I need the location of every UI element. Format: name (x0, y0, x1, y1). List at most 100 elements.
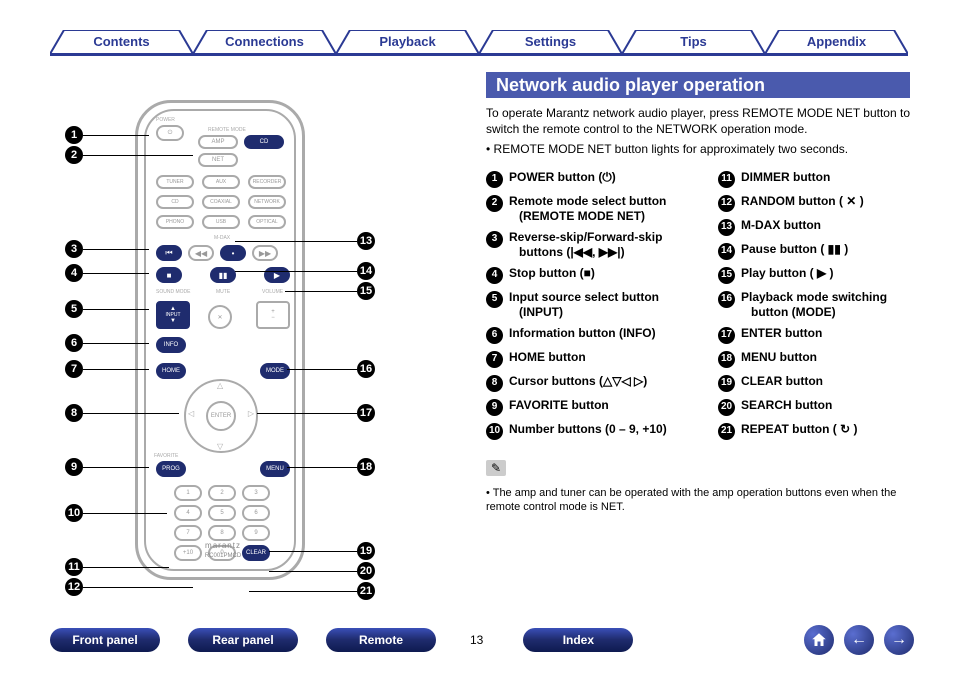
remote-mode-net: NET (198, 153, 238, 167)
prev-page-icon[interactable]: ← (844, 625, 874, 655)
src-tuner: TUNER (156, 175, 194, 189)
callout-18: 18 (357, 458, 375, 476)
tab-settings[interactable]: Settings (479, 30, 622, 54)
stop-btn: ■ (156, 267, 182, 283)
src-phono: PHONO (156, 215, 194, 229)
remote-diagram: ⏻ POWER REMOTE MODE AMP CD NET TUNER AUX… (135, 100, 305, 590)
rewind: ◀◀ (188, 245, 214, 261)
menu-btn: MENU (260, 461, 290, 477)
pause-btn: ▮▮ (210, 267, 236, 283)
legend-item: 6Information button (INFO) (486, 326, 694, 344)
top-rule (50, 54, 908, 56)
src-usb: USB (202, 215, 240, 229)
legend-item: 3Reverse-skip/Forward-skipbuttons (|◀◀, … (486, 230, 694, 260)
src-optical: OPTICAL (248, 215, 286, 229)
src-network: NETWORK (248, 195, 286, 209)
volume-label: VOLUME (262, 289, 283, 295)
legend-item: 21REPEAT button ( ↻ ) (718, 422, 926, 440)
prog-btn: PROG (156, 461, 186, 477)
btn-rear-panel[interactable]: Rear panel (188, 628, 298, 652)
callout-19: 19 (357, 542, 375, 560)
note-text: The amp and tuner can be operated with t… (486, 486, 906, 515)
legend-item: 20SEARCH button (718, 398, 926, 416)
callout-15: 15 (357, 282, 375, 300)
mdax-btn: • (220, 245, 246, 261)
mdax-label: M-DAX (214, 235, 230, 241)
btn-remote[interactable]: Remote (326, 628, 436, 652)
legend-item: 14Pause button ( ▮▮ ) (718, 242, 926, 260)
mute-label: MUTE (216, 289, 230, 295)
input-rocker: ▲INPUT▼ (156, 301, 190, 329)
callout-14: 14 (357, 262, 375, 280)
legend-item: 15Play button ( ▶ ) (718, 266, 926, 284)
key-1: 1 (174, 485, 202, 501)
callout-16: 16 (357, 360, 375, 378)
callout-1: 1 (65, 126, 83, 144)
callout-3: 3 (65, 240, 83, 258)
callout-7: 7 (65, 360, 83, 378)
mute-btn: ✕ (208, 305, 232, 329)
next-page-icon[interactable]: → (884, 625, 914, 655)
legend-item: 19CLEAR button (718, 374, 926, 392)
note-icon: ✎ (486, 460, 506, 476)
legend-item: 4Stop button (■) (486, 266, 694, 284)
callout-17: 17 (357, 404, 375, 422)
legend-item: 16Playback mode switchingbutton (MODE) (718, 290, 926, 320)
callout-10: 10 (65, 504, 83, 522)
remote-mode-label: REMOTE MODE (208, 127, 246, 133)
tab-tips[interactable]: Tips (622, 30, 765, 54)
key-2: 2 (208, 485, 236, 501)
legend-item: 2Remote mode select button(REMOTE MODE N… (486, 194, 694, 224)
legend-item: 17ENTER button (718, 326, 926, 344)
section-title: Network audio player operation (486, 72, 910, 98)
callout-8: 8 (65, 404, 83, 422)
key-5: 5 (208, 505, 236, 521)
info-btn: INFO (156, 337, 186, 353)
key-9: 9 (242, 525, 270, 541)
volume-rocker: +− (256, 301, 290, 329)
legend-item: 5Input source select button(INPUT) (486, 290, 694, 320)
callout-4: 4 (65, 264, 83, 282)
enter-btn: ENTER (206, 401, 236, 431)
callout-5: 5 (65, 300, 83, 318)
key-8: 8 (208, 525, 236, 541)
power-button: ⏻ (156, 125, 184, 141)
key-6: 6 (242, 505, 270, 521)
tab-appendix[interactable]: Appendix (765, 30, 908, 54)
src-coaxial: COAXIAL (202, 195, 240, 209)
intro-text: To operate Marantz network audio player,… (486, 105, 910, 137)
favorite-label: FAVORITE (154, 453, 178, 459)
soundmode-label: SOUND MODE (156, 289, 190, 295)
legend-item: 12RANDOM button ( ✕ ) (718, 194, 926, 212)
key-7: 7 (174, 525, 202, 541)
skip-back: ⏮ (156, 245, 182, 261)
btn-front-panel[interactable]: Front panel (50, 628, 160, 652)
src-recorder: RECORDER (248, 175, 286, 189)
callout-2: 2 (65, 146, 83, 164)
legend-item: 10Number buttons (0 – 9, +10) (486, 422, 694, 440)
legend-item: 13M-DAX button (718, 218, 926, 236)
legend-item: 1POWER button (⏻) (486, 170, 694, 188)
remote-mode-amp: AMP (198, 135, 238, 149)
callout-13: 13 (357, 232, 375, 250)
mode-btn: MODE (260, 363, 290, 379)
tab-playback[interactable]: Playback (336, 30, 479, 54)
callout-11: 11 (65, 558, 83, 576)
callout-20: 20 (357, 562, 375, 580)
home-icon[interactable] (804, 625, 834, 655)
tab-connections[interactable]: Connections (193, 30, 336, 54)
callout-12: 12 (65, 578, 83, 596)
key-3: 3 (242, 485, 270, 501)
top-tabs: Contents Connections Playback Settings T… (50, 30, 908, 54)
legend-columns: 1POWER button (⏻) 2Remote mode select but… (486, 170, 926, 446)
src-aux: AUX (202, 175, 240, 189)
legend-item: 18MENU button (718, 350, 926, 368)
fast-forward: ▶▶ (252, 245, 278, 261)
legend-item: 8Cursor buttons (△▽◁ ▷) (486, 374, 694, 392)
callout-9: 9 (65, 458, 83, 476)
bullet-remote-mode: • REMOTE MODE NET button lights for appr… (486, 142, 910, 156)
bottom-nav: Front panel Rear panel Remote 13 Index ←… (50, 625, 914, 655)
dpad: ENTER △ ▽ ◁ ▷ (184, 379, 258, 453)
btn-index[interactable]: Index (523, 628, 633, 652)
tab-contents[interactable]: Contents (50, 30, 193, 54)
